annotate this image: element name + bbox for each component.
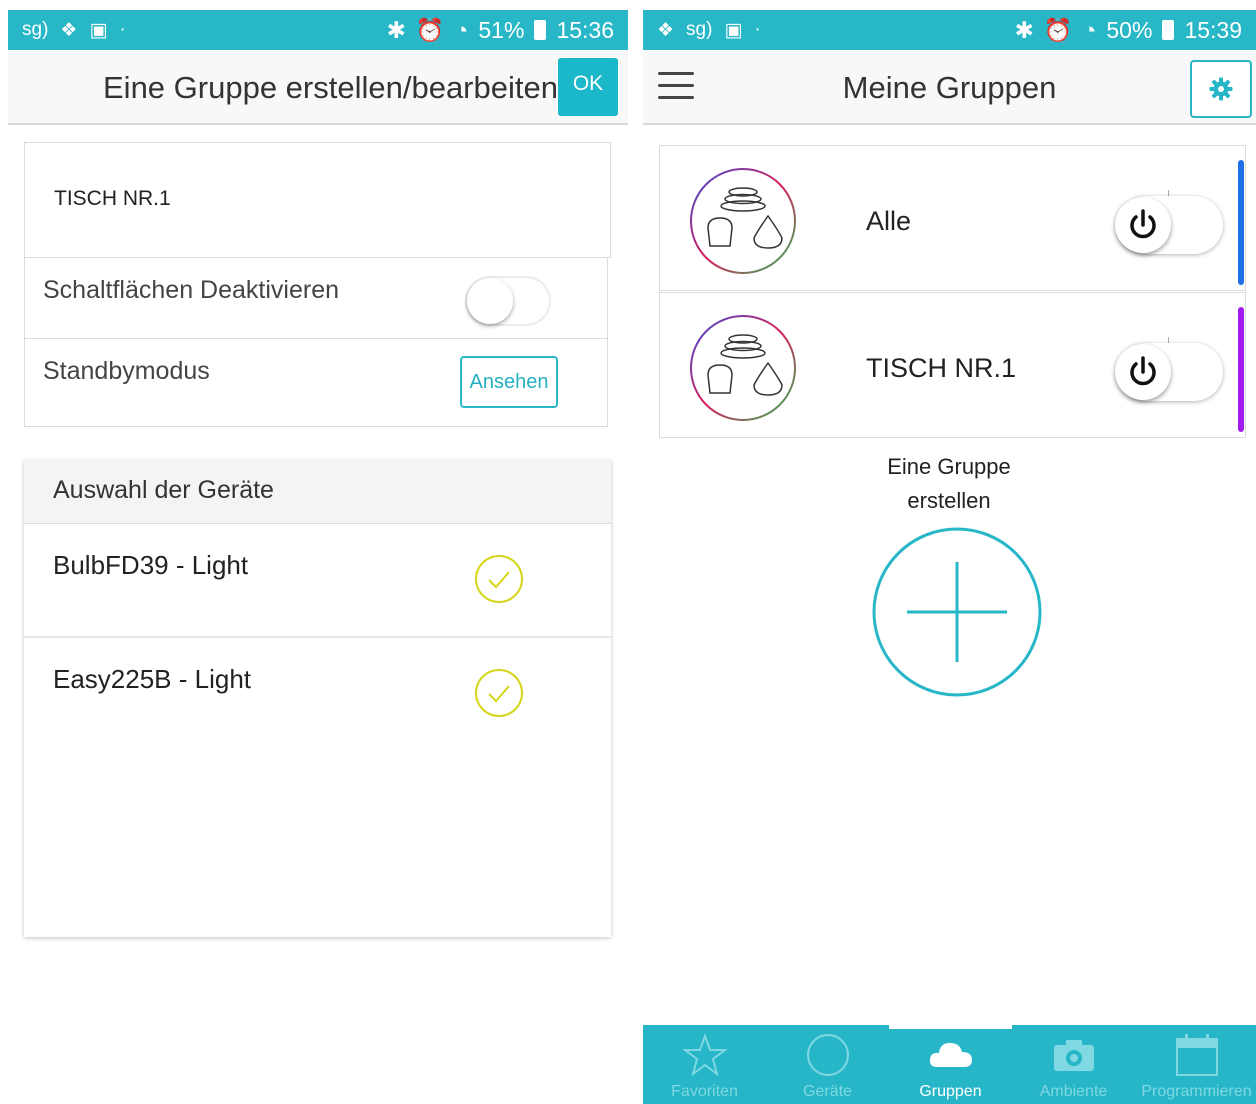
nav-label: Gruppen	[919, 1083, 982, 1100]
my-groups-screen: ❖ sg) ▣ · ✱ ⏰ ◔ 50% 15:39 Meine Gruppen	[643, 10, 1256, 1104]
wifi-signal-icon: ◔	[1082, 16, 1097, 43]
device-name: BulbFD39 - Light	[53, 550, 249, 580]
device-row[interactable]: BulbFD39 - Light	[24, 524, 611, 638]
bluetooth-icon: ✱	[1014, 16, 1034, 43]
group-name-field[interactable]: TISCH NR.1	[24, 142, 611, 258]
device-row[interactable]: Easy225B - Light	[24, 638, 611, 750]
page-title: Meine Gruppen	[842, 70, 1057, 105]
nav-label: Geräte	[803, 1083, 852, 1100]
status-time: 15:36	[556, 16, 614, 43]
toggle-knob	[1115, 197, 1171, 253]
battery-icon	[534, 20, 547, 40]
nav-label: Programmieren	[1141, 1083, 1252, 1100]
device-selection-card: Auswahl der Geräte BulbFD39 - Light Easy…	[24, 460, 611, 937]
alarm-icon: ⏰	[415, 16, 445, 43]
image-icon: ▣	[724, 19, 743, 41]
star-icon	[683, 1033, 727, 1077]
edit-group-screen: sg) ❖ ▣ · ✱ ⏰ ◔ 51% 15:36 Eine Gruppe er…	[8, 10, 628, 1104]
disable-buttons-toggle[interactable]	[465, 276, 551, 326]
group-name: Alle	[866, 206, 912, 236]
circle-icon	[807, 1034, 849, 1076]
group-name-value: TISCH NR.1	[54, 187, 171, 210]
dot-icon: ·	[754, 19, 761, 40]
battery-percent: 51%	[478, 16, 525, 43]
group-power-toggle[interactable]	[1115, 343, 1223, 401]
device-selection-header: Auswahl der Geräte	[24, 460, 611, 524]
nav-label: Favoriten	[671, 1083, 738, 1100]
dropbox-icon: ❖	[657, 19, 675, 41]
standby-row: Standbymodus Ansehen	[25, 339, 607, 419]
page-title: Eine Gruppe erstellen/bearbeiten	[103, 70, 558, 105]
standby-label: Standbymodus	[43, 357, 210, 385]
toggle-knob	[1115, 344, 1171, 400]
check-circle-icon[interactable]	[474, 668, 524, 718]
disable-buttons-row: Schaltflächen Deaktivieren	[25, 258, 607, 339]
app-bar: Meine Gruppen	[643, 50, 1256, 125]
nav-favoriten[interactable]: Favoriten	[643, 1025, 766, 1104]
group-card[interactable]: TISCH NR.1	[659, 292, 1246, 438]
nav-gruppen[interactable]: Gruppen	[889, 1025, 1012, 1104]
group-color-bar	[1238, 160, 1244, 285]
settings-panel: Schaltflächen Deaktivieren Standbymodus …	[24, 258, 608, 427]
ok-button[interactable]: OK	[558, 58, 618, 116]
nav-label: Ambiente	[1039, 1083, 1108, 1100]
status-time: 15:39	[1184, 16, 1242, 43]
group-name: TISCH NR.1	[866, 353, 1017, 383]
cloud-icon	[929, 1043, 972, 1067]
calendar-icon	[1176, 1034, 1218, 1076]
bluetooth-icon: ✱	[386, 16, 406, 43]
group-color-bar	[1238, 307, 1244, 432]
nav-geraete[interactable]: Geräte	[766, 1025, 889, 1104]
status-bar: sg) ❖ ▣ · ✱ ⏰ ◔ 51% 15:36	[8, 10, 628, 50]
camera-icon	[1054, 1040, 1094, 1071]
settings-button[interactable]	[1190, 60, 1252, 118]
nav-ambiente[interactable]: Ambiente	[1012, 1025, 1135, 1104]
bottom-navigation: Favoriten Geräte Gruppen Ambiente Progra…	[643, 1025, 1256, 1104]
toggle-knob	[467, 278, 513, 324]
dot-icon: ·	[119, 19, 126, 40]
device-name: Easy225B - Light	[53, 664, 252, 694]
power-icon	[1130, 209, 1156, 239]
group-card[interactable]: Alle	[659, 145, 1246, 291]
nav-programmieren[interactable]: Programmieren	[1135, 1025, 1256, 1104]
check-circle-icon[interactable]	[474, 554, 524, 604]
dropbox-icon: ❖	[60, 19, 78, 41]
create-group-plus-button[interactable]	[870, 525, 1044, 699]
gear-icon	[1209, 77, 1233, 101]
create-group-label-line1: Eine Gruppe	[887, 454, 1011, 479]
group-power-toggle[interactable]	[1115, 196, 1223, 254]
sg-wireless-icon: sg)	[22, 19, 49, 40]
alarm-icon: ⏰	[1043, 16, 1073, 43]
sg-wireless-icon: sg)	[686, 19, 713, 40]
app-bar: Eine Gruppe erstellen/bearbeiten OK	[8, 50, 628, 125]
wifi-signal-icon: ◔	[454, 16, 469, 43]
device-selection-title: Auswahl der Geräte	[53, 476, 274, 504]
battery-percent: 50%	[1106, 16, 1153, 43]
group-devices-icon	[690, 168, 796, 274]
create-group-label: Eine Gruppe erstellen	[849, 450, 1049, 518]
view-standby-button[interactable]: Ansehen	[460, 356, 558, 408]
create-group-label-line2: erstellen	[907, 488, 991, 513]
power-icon	[1130, 356, 1156, 386]
group-devices-icon	[690, 315, 796, 421]
image-icon: ▣	[89, 19, 108, 41]
disable-buttons-label: Schaltflächen Deaktivieren	[43, 276, 339, 304]
status-bar: ❖ sg) ▣ · ✱ ⏰ ◔ 50% 15:39	[643, 10, 1256, 50]
battery-icon	[1162, 20, 1175, 40]
